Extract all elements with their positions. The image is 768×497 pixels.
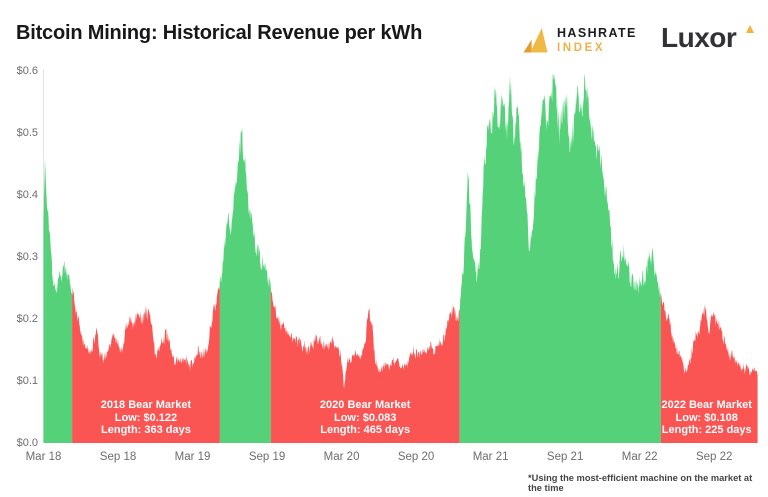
y-tick-label: $0.6 xyxy=(16,65,38,77)
annotation-low: Low: $0.083 xyxy=(333,411,397,424)
luxor-triangle-icon xyxy=(745,25,754,33)
bull-area-segment xyxy=(219,127,271,443)
x-tick-label: Sep 20 xyxy=(397,451,435,463)
annotation-low: Low: $0.122 xyxy=(114,411,178,424)
annotation-title: 2020 Bear Market xyxy=(319,399,411,411)
index-label: INDEX xyxy=(557,41,606,54)
annotation-title: 2022 Bear Market xyxy=(661,399,752,411)
annotation-title: 2018 Bear Market xyxy=(100,399,192,411)
y-tick-label: $0.0 xyxy=(16,437,38,449)
annotation-length: Length: 465 days xyxy=(320,424,411,436)
luxor-label: Luxor xyxy=(661,22,737,53)
y-tick-label: $0.1 xyxy=(16,375,38,387)
x-tick-label: Mar 22 xyxy=(621,451,658,463)
x-tick-label: Sep 18 xyxy=(99,451,137,463)
hashrate-index-logo: HASHRATE INDEX xyxy=(523,27,637,54)
hashrate-index-logo-icon xyxy=(523,28,548,53)
chart-page: Bitcoin Mining: Historical Revenue per k… xyxy=(0,0,768,497)
page-title: Bitcoin Mining: Historical Revenue per k… xyxy=(16,22,423,44)
annotation-low: Low: $0.108 xyxy=(675,411,738,424)
bear-market-annotation: 2018 Bear Market Low: $0.122 Length: 363 d… xyxy=(101,399,192,437)
bear-market-annotation: 2020 Bear Market Low: $0.083 Length: 465 d… xyxy=(320,399,411,437)
hashrate-label: HASHRATE xyxy=(557,26,637,40)
luxor-logo: Luxor xyxy=(661,22,754,54)
y-tick-label: $0.4 xyxy=(16,189,38,201)
x-tick-label: Sep 22 xyxy=(695,451,733,463)
y-tick-label: $0.5 xyxy=(16,127,38,139)
annotation-length: Length: 225 days xyxy=(661,424,752,436)
annotation-length: Length: 363 days xyxy=(101,424,191,436)
x-tick-label: Mar 20 xyxy=(323,451,360,463)
x-tick-label: Mar 18 xyxy=(25,451,62,463)
x-tick-label: Sep 21 xyxy=(546,451,584,463)
x-tick-label: Mar 19 xyxy=(174,451,211,463)
y-tick-label: $0.2 xyxy=(16,313,38,325)
bull-area-segment xyxy=(43,159,73,443)
footnote: *Using the most-efficient machine on the… xyxy=(528,473,753,493)
x-tick-label: Sep 19 xyxy=(248,451,286,463)
bear-market-annotation: 2022 Bear Market Low: $0.108 Length: 225 d… xyxy=(661,399,752,437)
bull-area-segment xyxy=(459,73,661,443)
x-tick-label: Mar 21 xyxy=(472,451,509,463)
y-tick-label: $0.3 xyxy=(16,251,38,263)
